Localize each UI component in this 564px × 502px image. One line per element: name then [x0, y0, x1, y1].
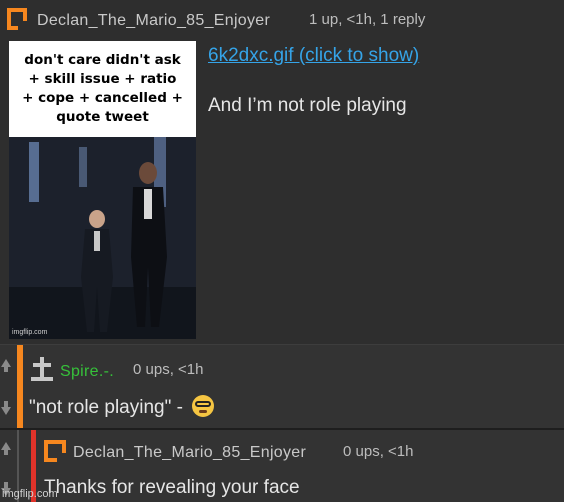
gif-scene-illustration [9, 137, 196, 339]
comment-meta: 1 up, <1h, 1 reply [309, 11, 426, 28]
comment-meta: 0 ups, <1h [343, 443, 414, 460]
comment-username[interactable]: Declan_The_Mario_85_Enjoyer [37, 12, 270, 30]
comment-text-wrap: "not role playing" - [29, 395, 215, 419]
gif-link[interactable]: 6k2dxc.gif (click to show) [208, 45, 419, 67]
gif-scene [9, 137, 196, 339]
comment-username[interactable]: Declan_The_Mario_85_Enjoyer [73, 444, 306, 462]
reply-accent-bar [17, 345, 23, 429]
gif-caption-line: don't care didn't ask [24, 52, 181, 68]
comment-root: Declan_The_Mario_85_Enjoyer 1 up, <1h, 1… [0, 0, 564, 344]
user-flag-icon[interactable] [31, 357, 53, 381]
gif-watermark: imgflip.com [12, 329, 48, 336]
gif-image[interactable]: don't care didn't ask + skill issue + ra… [9, 41, 196, 339]
site-watermark: imgflip.com [2, 488, 58, 500]
gif-caption-area: don't care didn't ask + skill issue + ra… [9, 41, 196, 137]
comment-text: "not role playing" - [29, 397, 183, 418]
gif-caption: don't care didn't ask + skill issue + ra… [15, 51, 190, 127]
user-avatar-icon[interactable] [7, 8, 27, 30]
comment-meta: 0 ups, <1h [133, 361, 204, 378]
comment-text: Thanks for revealing your face [44, 477, 300, 498]
upvote-icon[interactable] [1, 359, 11, 372]
user-avatar-icon[interactable] [44, 440, 66, 462]
nerd-face-emoji-icon [192, 395, 215, 417]
gif-caption-line: + skill issue + ratio [28, 71, 177, 87]
upvote-icon[interactable] [1, 442, 11, 455]
downvote-icon[interactable] [1, 401, 11, 415]
comment-username[interactable]: Spire.-. [60, 363, 114, 381]
vote-controls [0, 345, 12, 429]
gif-caption-line: quote tweet [56, 109, 149, 125]
reply-comment: Declan_The_Mario_85_Enjoyer 0 ups, <1h T… [0, 428, 564, 502]
comment-text: And I’m not role playing [208, 95, 407, 116]
reply-comment: Spire.-. 0 ups, <1h "not role playing" - [0, 344, 564, 429]
gif-caption-line: + cope + cancelled + [22, 90, 183, 106]
